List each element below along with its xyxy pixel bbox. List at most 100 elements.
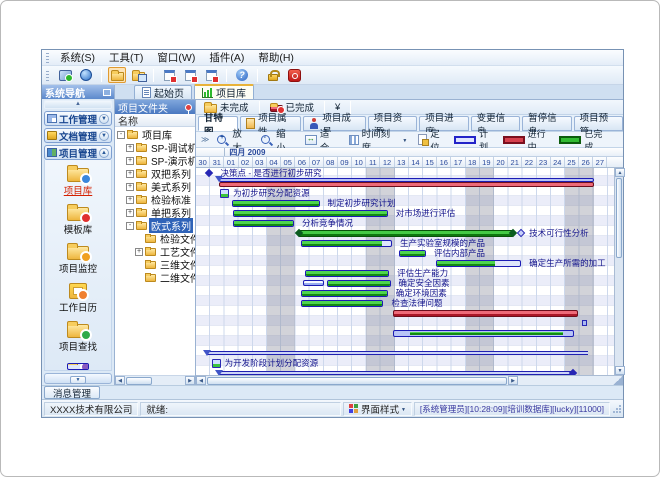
menu-item[interactable]: 工具(T) [102, 49, 150, 66]
tree-column-header[interactable]: 名称 [115, 114, 195, 127]
tab-起始页[interactable]: 起始页 [134, 85, 192, 99]
nav-panel-项目管理[interactable]: 项目管理 [44, 145, 112, 160]
expand-icon[interactable] [126, 170, 134, 178]
resize-grip[interactable] [613, 376, 623, 385]
expand-icon[interactable] [126, 196, 134, 204]
expand-icon[interactable] [126, 183, 134, 191]
menubar-grip[interactable] [46, 52, 49, 63]
tab-项目库[interactable]: 项目库 [194, 84, 254, 99]
expand-icon[interactable] [126, 144, 134, 152]
tool-时间刻度[interactable]: 时间刻度 [344, 133, 413, 146]
tree-scroll-thumb[interactable] [126, 377, 152, 385]
gantt-task-bar[interactable] [301, 240, 392, 247]
window-resize-grip[interactable] [612, 404, 621, 413]
scroll-right-icon[interactable] [185, 376, 195, 385]
calendar-edit-button[interactable] [181, 67, 199, 83]
gantt-task-bar[interactable] [305, 270, 389, 277]
pin-icon[interactable] [185, 104, 192, 111]
timeline-day: 05 [281, 157, 295, 167]
gantt-task-bar[interactable] [233, 220, 294, 227]
gantt-task-bar[interactable] [232, 200, 320, 207]
tool-定位[interactable]: 定位 [413, 133, 453, 146]
menu-item[interactable]: 系统(S) [53, 49, 102, 66]
menu-item[interactable]: 帮助(H) [251, 49, 301, 66]
nav-window-icon[interactable] [103, 89, 111, 96]
help-button[interactable] [233, 67, 251, 83]
gantt-horizontal-scrollbar[interactable] [196, 375, 623, 385]
nav-item-项目库[interactable]: 项目库 [45, 165, 111, 197]
power-button[interactable] [285, 67, 303, 83]
gantt-panel: 未完成已完成¥ 甘特图项目属性项目成员项目资源项目进度变更信息暂停信息项目预算 … [196, 100, 623, 385]
tool-缩小[interactable]: -缩小 [256, 133, 299, 146]
vscroll-thumb[interactable] [616, 178, 622, 258]
tool-适合[interactable]: 适合 [300, 133, 343, 146]
nav-item-模板库[interactable]: 模板库 [45, 204, 111, 236]
message-manage-tab[interactable]: 消息管理 [44, 386, 100, 399]
toolbar-grip[interactable] [46, 70, 49, 81]
small-milestone-icon[interactable] [582, 320, 587, 326]
chevron-down-icon[interactable] [99, 114, 109, 124]
gantt-scroll-thumb[interactable] [207, 377, 507, 385]
gantt-task-bar[interactable] [327, 280, 391, 287]
scroll-left-icon[interactable] [115, 376, 125, 385]
menu-item[interactable]: 插件(A) [202, 49, 251, 66]
tree-item-二维文件[interactable]: 二维文件 [115, 271, 195, 284]
gantt-active-bar[interactable] [393, 330, 573, 337]
chevron-up-icon[interactable] [99, 148, 109, 158]
toolbar-overflow-icon[interactable]: ≫ [199, 135, 211, 144]
nav-more-panel[interactable] [44, 373, 112, 384]
collapse-icon[interactable] [117, 131, 125, 139]
nav-panel-文档管理[interactable]: 文档管理 [44, 128, 112, 143]
gantt-summary-line[interactable] [219, 371, 573, 375]
menu-item[interactable]: 窗口(W) [150, 49, 202, 66]
expand-icon[interactable] [135, 248, 143, 256]
calendar-add-button[interactable] [160, 67, 178, 83]
zoom-out-icon: - [261, 134, 273, 146]
calendar-remove-button[interactable] [202, 67, 220, 83]
tree-horizontal-scrollbar[interactable] [115, 375, 195, 385]
nav-item-任务查找[interactable]: 任务查找 [45, 360, 111, 371]
expand-icon[interactable] [126, 209, 134, 217]
gantt-chart-canvas[interactable]: 决策点 - 是否进行初步研究为初步研究分配资源制定初步研究计划对市场进行评估分析… [196, 168, 614, 375]
assign-resource-icon[interactable] [212, 359, 221, 368]
timeline-day: 07 [310, 157, 324, 167]
expand-icon[interactable] [126, 157, 134, 165]
gantt-task-bar[interactable] [301, 290, 388, 297]
nav-item-项目监控[interactable]: 项目监控 [45, 243, 111, 275]
collapse-icon[interactable] [126, 222, 134, 230]
monitor-button[interactable] [56, 67, 74, 83]
gantt-task-bar[interactable] [301, 300, 383, 307]
scroll-down-icon[interactable] [615, 366, 625, 375]
globe-button[interactable] [77, 67, 95, 83]
tool-放大[interactable]: +放大 [212, 133, 255, 146]
assign-resource-icon[interactable] [220, 189, 229, 198]
nav-item-label: 模板库 [64, 222, 93, 236]
chevron-down-icon[interactable] [99, 131, 109, 141]
scroll-left-icon[interactable] [196, 376, 206, 385]
gantt-task-bar[interactable] [233, 210, 388, 217]
scroll-up-icon[interactable] [615, 168, 625, 177]
gantt-vertical-scrollbar[interactable] [614, 168, 623, 375]
nav-collapse-button[interactable] [44, 100, 112, 109]
lock-button[interactable] [264, 67, 282, 83]
folder-window-button[interactable] [129, 67, 147, 83]
gantt-plan-bar[interactable] [303, 280, 324, 286]
gantt-task-bar[interactable] [436, 260, 521, 267]
nav-expand-more-button[interactable] [70, 376, 86, 384]
nav-panel-label: 项目管理 [59, 146, 97, 160]
nav-panel-工作管理[interactable]: 工作管理 [44, 111, 112, 126]
scroll-right-icon[interactable] [508, 376, 518, 385]
folder-unfinished-icon [204, 104, 217, 113]
folder-window-icon [132, 72, 145, 81]
milestone-diamond-icon[interactable] [205, 169, 213, 177]
gantt-task-bar[interactable] [399, 250, 426, 257]
folder-open-button[interactable] [108, 67, 126, 83]
milestone-diamond-icon[interactable] [517, 229, 525, 237]
ui-style-selector[interactable]: 界面样式 [343, 402, 412, 416]
gantt-summary-line[interactable] [207, 351, 588, 355]
gantt-inprogress-summary-bar[interactable] [219, 182, 594, 187]
gantt-summary-bar[interactable] [298, 230, 514, 237]
gantt-inprogress-bar[interactable] [393, 310, 578, 317]
nav-item-项目查找[interactable]: 项目查找 [45, 321, 111, 353]
nav-item-工作日历[interactable]: 工作日历 [45, 282, 111, 314]
